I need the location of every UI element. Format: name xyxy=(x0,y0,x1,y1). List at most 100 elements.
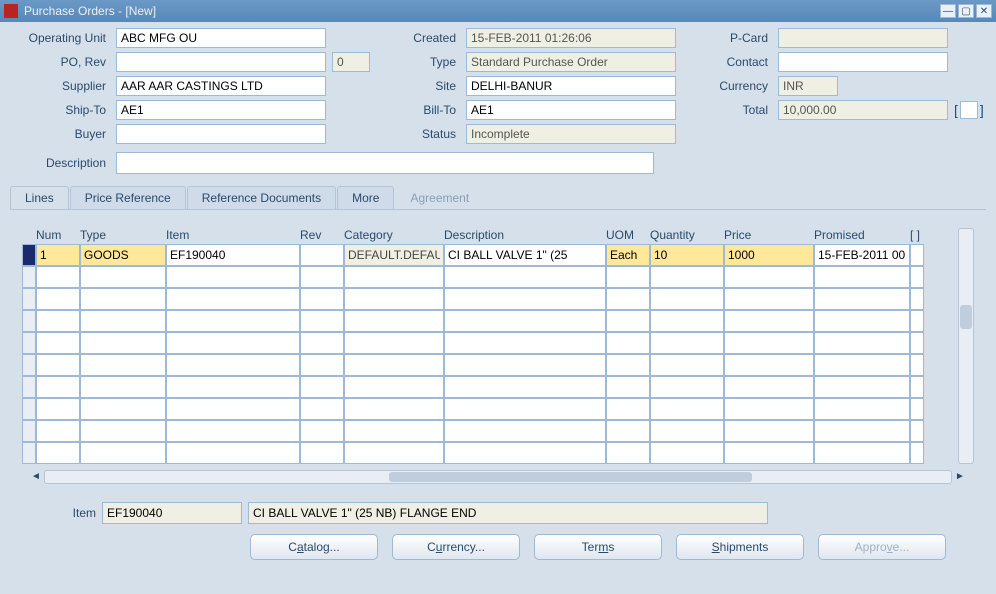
cell-empty[interactable] xyxy=(650,310,724,332)
cell-empty[interactable] xyxy=(444,310,606,332)
cell-flag[interactable] xyxy=(910,354,924,376)
cell-empty[interactable] xyxy=(166,266,300,288)
cell-empty[interactable] xyxy=(80,310,166,332)
close-button[interactable]: ✕ xyxy=(976,4,992,18)
cell-flag[interactable] xyxy=(910,244,924,266)
cell-empty[interactable] xyxy=(300,398,344,420)
cell-empty[interactable] xyxy=(650,376,724,398)
cell-empty[interactable] xyxy=(166,376,300,398)
cell-empty[interactable] xyxy=(650,354,724,376)
cell-empty[interactable] xyxy=(606,376,650,398)
row-selector[interactable] xyxy=(22,442,36,464)
buyer-field[interactable] xyxy=(116,124,326,144)
cell-empty[interactable] xyxy=(606,266,650,288)
tab-price-reference[interactable]: Price Reference xyxy=(70,186,186,209)
cell-empty[interactable] xyxy=(650,420,724,442)
cell-empty[interactable] xyxy=(814,354,910,376)
cell-empty[interactable] xyxy=(444,420,606,442)
cell-empty[interactable] xyxy=(814,420,910,442)
cell-empty[interactable] xyxy=(80,332,166,354)
cell-empty[interactable] xyxy=(650,442,724,464)
cell-empty[interactable] xyxy=(444,332,606,354)
cell-flag[interactable] xyxy=(910,398,924,420)
cell-flag[interactable] xyxy=(910,442,924,464)
cell-empty[interactable] xyxy=(814,442,910,464)
shipments-button[interactable]: Shipments xyxy=(676,534,804,560)
cell-empty[interactable] xyxy=(606,442,650,464)
cell-empty[interactable] xyxy=(166,442,300,464)
cell-empty[interactable] xyxy=(444,442,606,464)
cell-empty[interactable] xyxy=(650,266,724,288)
supplier-field[interactable] xyxy=(116,76,326,96)
cell-empty[interactable] xyxy=(814,266,910,288)
row-selector[interactable] xyxy=(22,420,36,442)
cell-empty[interactable] xyxy=(166,354,300,376)
row-selector[interactable] xyxy=(22,354,36,376)
cell-empty[interactable] xyxy=(166,288,300,310)
cell-empty[interactable] xyxy=(724,420,814,442)
cell-empty[interactable] xyxy=(80,398,166,420)
cell-empty[interactable] xyxy=(724,442,814,464)
cell-empty[interactable] xyxy=(36,288,80,310)
cell-empty[interactable] xyxy=(300,442,344,464)
total-check[interactable] xyxy=(960,101,978,119)
cell-empty[interactable] xyxy=(606,288,650,310)
cell-type[interactable] xyxy=(80,244,166,266)
row-selector[interactable] xyxy=(22,376,36,398)
cell-empty[interactable] xyxy=(650,288,724,310)
cell-empty[interactable] xyxy=(444,398,606,420)
description-field[interactable] xyxy=(116,152,654,174)
cell-empty[interactable] xyxy=(36,398,80,420)
cell-empty[interactable] xyxy=(606,420,650,442)
cell-empty[interactable] xyxy=(36,376,80,398)
currency-button[interactable]: Currency... xyxy=(392,534,520,560)
cell-empty[interactable] xyxy=(344,332,444,354)
cell-empty[interactable] xyxy=(344,266,444,288)
po-field[interactable] xyxy=(116,52,326,72)
cell-empty[interactable] xyxy=(606,398,650,420)
cell-empty[interactable] xyxy=(344,420,444,442)
cell-flag[interactable] xyxy=(910,266,924,288)
cell-category[interactable] xyxy=(344,244,444,266)
cell-empty[interactable] xyxy=(344,376,444,398)
tab-more[interactable]: More xyxy=(337,186,394,209)
cell-empty[interactable] xyxy=(36,310,80,332)
cell-empty[interactable] xyxy=(36,354,80,376)
row-selector[interactable] xyxy=(22,266,36,288)
scroll-left-icon[interactable]: ◄ xyxy=(29,471,43,483)
cell-empty[interactable] xyxy=(80,266,166,288)
cell-empty[interactable] xyxy=(80,420,166,442)
cell-empty[interactable] xyxy=(36,442,80,464)
cell-empty[interactable] xyxy=(300,266,344,288)
row-selector[interactable] xyxy=(22,332,36,354)
cell-empty[interactable] xyxy=(724,288,814,310)
scroll-right-icon[interactable]: ► xyxy=(953,471,967,483)
cell-empty[interactable] xyxy=(300,376,344,398)
cell-empty[interactable] xyxy=(724,310,814,332)
cell-item[interactable] xyxy=(166,244,300,266)
cell-empty[interactable] xyxy=(724,266,814,288)
cell-promised[interactable] xyxy=(814,244,910,266)
cell-empty[interactable] xyxy=(344,398,444,420)
tab-reference-documents[interactable]: Reference Documents xyxy=(187,186,336,209)
cell-empty[interactable] xyxy=(166,310,300,332)
ship-to-field[interactable] xyxy=(116,100,326,120)
cell-empty[interactable] xyxy=(724,398,814,420)
contact-field[interactable] xyxy=(778,52,948,72)
cell-empty[interactable] xyxy=(814,310,910,332)
cell-empty[interactable] xyxy=(344,354,444,376)
row-selector[interactable] xyxy=(22,288,36,310)
tab-lines[interactable]: Lines xyxy=(10,186,69,209)
cell-price[interactable] xyxy=(724,244,814,266)
cell-empty[interactable] xyxy=(36,420,80,442)
operating-unit-field[interactable] xyxy=(116,28,326,48)
cell-empty[interactable] xyxy=(36,332,80,354)
cell-empty[interactable] xyxy=(344,442,444,464)
cell-empty[interactable] xyxy=(300,420,344,442)
cell-empty[interactable] xyxy=(166,398,300,420)
cell-empty[interactable] xyxy=(36,266,80,288)
cell-empty[interactable] xyxy=(166,420,300,442)
cell-empty[interactable] xyxy=(650,332,724,354)
cell-empty[interactable] xyxy=(650,398,724,420)
catalog-button[interactable]: Catalog... xyxy=(250,534,378,560)
